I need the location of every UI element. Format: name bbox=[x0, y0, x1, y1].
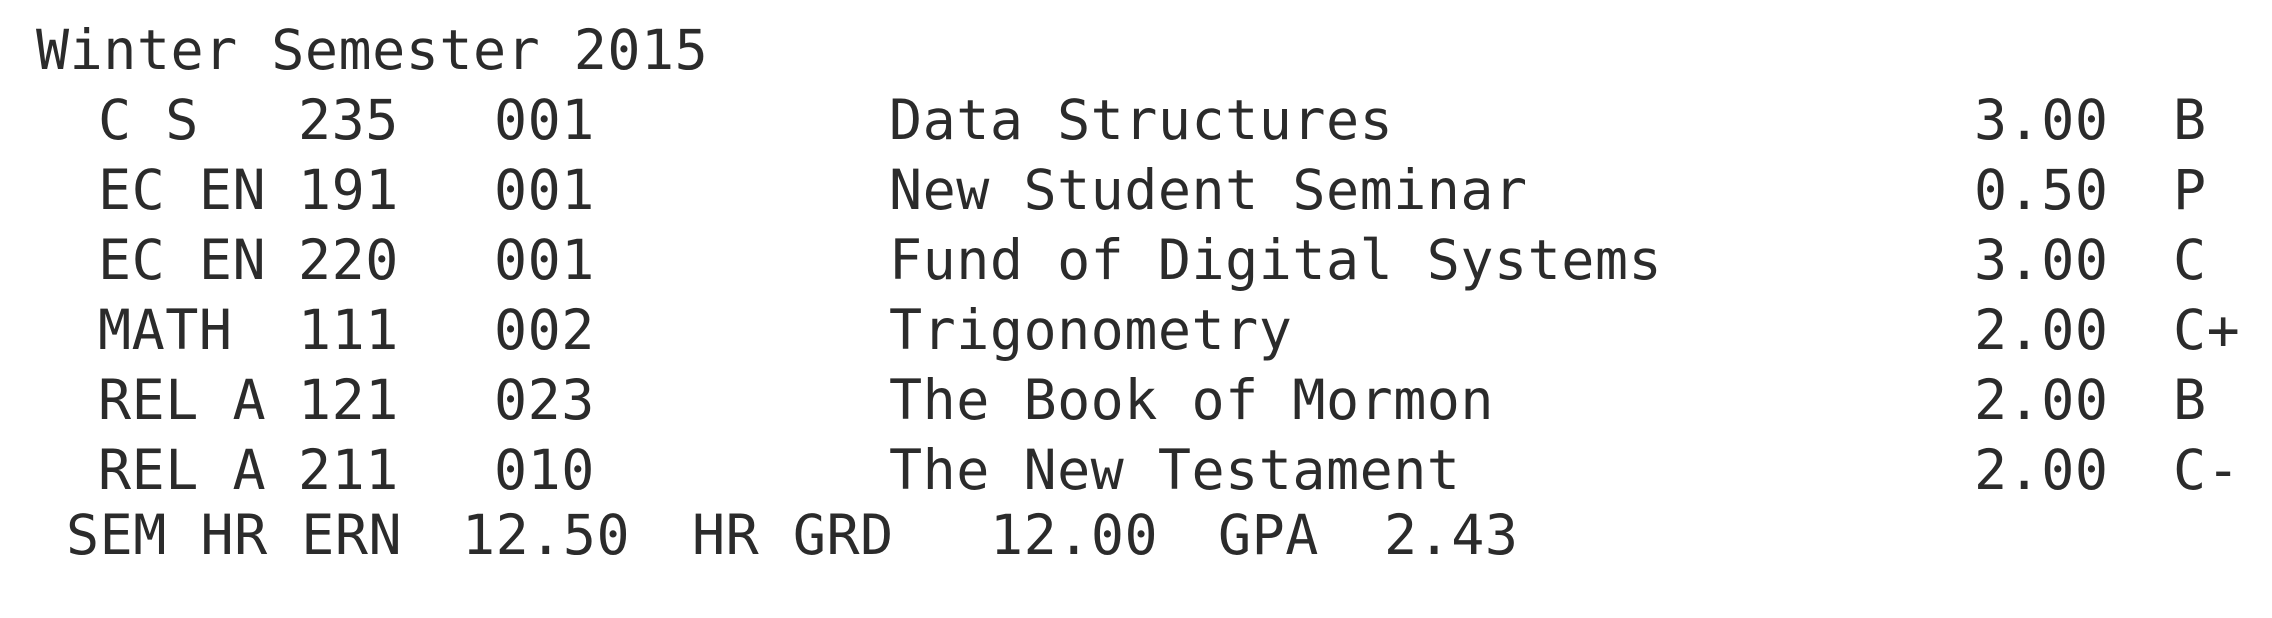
course-dept: C S bbox=[98, 88, 199, 152]
course-row: EC EN 191 001 New Student Seminar 0.50 P bbox=[0, 155, 2272, 225]
course-hours: 3.00 bbox=[1974, 88, 2109, 152]
course-number: 111 bbox=[298, 298, 399, 362]
course-dept: EC EN bbox=[98, 228, 267, 292]
course-section: 001 bbox=[494, 88, 595, 152]
course-hours: 3.00 bbox=[1974, 228, 2109, 292]
hours-graded-value: 12.00 bbox=[990, 503, 1159, 567]
course-number: 121 bbox=[298, 368, 399, 432]
course-grade: B bbox=[2173, 88, 2207, 152]
course-row: EC EN 220 001 Fund of Digital Systems 3.… bbox=[0, 225, 2272, 295]
course-grade: C- bbox=[2173, 438, 2241, 502]
course-hours: 2.00 bbox=[1974, 298, 2109, 362]
course-title: The Book of Mormon bbox=[889, 368, 1495, 432]
course-dept: MATH bbox=[98, 298, 233, 362]
course-number: 191 bbox=[298, 158, 399, 222]
course-row: REL A 121 023 The Book of Mormon 2.00 B bbox=[0, 365, 2272, 435]
course-section: 001 bbox=[494, 158, 595, 222]
course-grade: B bbox=[2173, 368, 2207, 432]
course-grade: C+ bbox=[2173, 298, 2241, 362]
course-dept: REL A bbox=[98, 368, 267, 432]
course-title: The New Testament bbox=[889, 438, 1461, 502]
course-hours: 0.50 bbox=[1974, 158, 2109, 222]
semester-summary: SEM HR ERN 12.50 HR GRD 12.00 GPA 2.43 bbox=[0, 500, 2272, 570]
course-number: 235 bbox=[298, 88, 399, 152]
course-title: Data Structures bbox=[889, 88, 1394, 152]
term-title: Winter Semester 2015 bbox=[36, 18, 709, 82]
course-title: New Student Seminar bbox=[889, 158, 1528, 222]
course-title: Fund of Digital Systems bbox=[889, 228, 1663, 292]
hours-earned-value: 12.50 bbox=[462, 503, 631, 567]
course-row: REL A 211 010 The New Testament 2.00 C- bbox=[0, 435, 2272, 505]
course-grade: C bbox=[2173, 228, 2207, 292]
course-number: 211 bbox=[298, 438, 399, 502]
course-section: 023 bbox=[494, 368, 595, 432]
course-row: MATH 111 002 Trigonometry 2.00 C+ bbox=[0, 295, 2272, 365]
gpa-value: 2.43 bbox=[1384, 503, 1519, 567]
course-section: 001 bbox=[494, 228, 595, 292]
course-hours: 2.00 bbox=[1974, 438, 2109, 502]
course-dept: REL A bbox=[98, 438, 267, 502]
course-section: 010 bbox=[494, 438, 595, 502]
course-number: 220 bbox=[298, 228, 399, 292]
course-row: C S 235 001 Data Structures 3.00 B bbox=[0, 85, 2272, 155]
course-grade: P bbox=[2173, 158, 2207, 222]
gpa-label: GPA bbox=[1218, 503, 1319, 567]
hours-graded-label: HR GRD bbox=[692, 503, 894, 567]
course-section: 002 bbox=[494, 298, 595, 362]
course-title: Trigonometry bbox=[889, 298, 1293, 362]
course-hours: 2.00 bbox=[1974, 368, 2109, 432]
course-dept: EC EN bbox=[98, 158, 267, 222]
hours-earned-label: SEM HR ERN bbox=[66, 503, 403, 567]
transcript-document: Winter Semester 2015 C S 235 001 Data St… bbox=[0, 0, 2272, 618]
